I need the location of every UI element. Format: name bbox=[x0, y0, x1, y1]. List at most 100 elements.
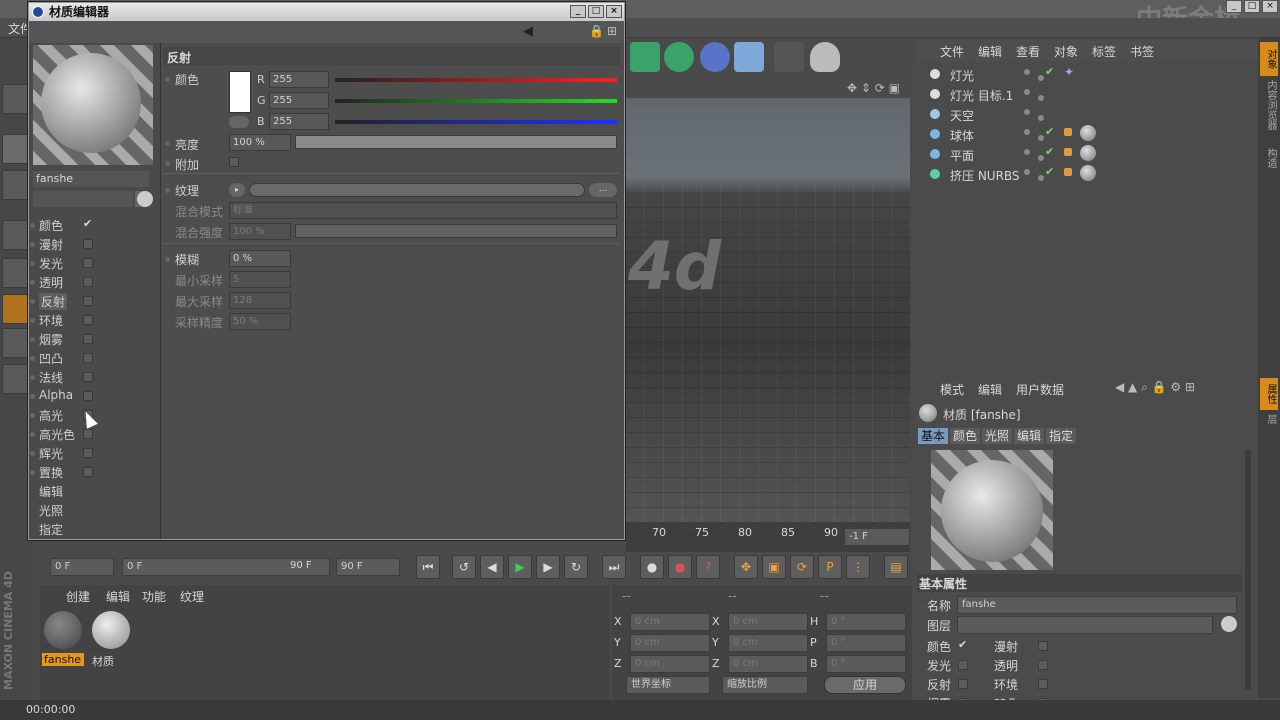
side-tab-layer[interactable]: 层 bbox=[1260, 414, 1278, 438]
render-visibility-dot[interactable] bbox=[1038, 95, 1044, 101]
light-bulb-icon[interactable] bbox=[810, 42, 840, 72]
object-name[interactable]: 平面 bbox=[950, 147, 974, 164]
blend-mode-dropdown[interactable]: 标准 bbox=[229, 202, 617, 219]
channel-label[interactable]: 透明 bbox=[39, 274, 63, 291]
channel-label[interactable]: 颜色 bbox=[39, 217, 63, 234]
material-tag-icon[interactable] bbox=[1080, 165, 1096, 181]
attr-menu-edit[interactable]: 编辑 bbox=[978, 381, 1002, 398]
attr-tab[interactable]: 颜色 bbox=[950, 428, 981, 444]
move-keys-icon[interactable]: ✥ bbox=[734, 555, 758, 579]
editor-minimize-button[interactable]: _ bbox=[570, 5, 586, 18]
b-value-field[interactable]: 255 bbox=[269, 113, 329, 130]
enabled-check-icon[interactable]: ✔ bbox=[1045, 125, 1054, 138]
extra-channel-item[interactable]: 编辑 bbox=[39, 483, 63, 500]
timeline[interactable]: 70 75 80 85 90 -1 F bbox=[626, 522, 910, 552]
coord-value-field[interactable]: 0 cm bbox=[728, 655, 808, 673]
g-value-field[interactable]: 255 bbox=[269, 92, 329, 109]
r-value-field[interactable]: 255 bbox=[269, 71, 329, 88]
object-name[interactable]: 天空 bbox=[950, 107, 974, 124]
end-frame-field[interactable]: 90 F bbox=[336, 558, 400, 576]
attr-menu-userdata[interactable]: 用户数据 bbox=[1016, 381, 1064, 398]
texture-tag-icon[interactable] bbox=[1064, 168, 1072, 176]
attr-prop-checkbox[interactable] bbox=[958, 660, 968, 670]
cube-primitive-icon[interactable] bbox=[630, 42, 660, 72]
material-item-fanshe[interactable]: fanshe bbox=[42, 609, 84, 669]
attr-name-field[interactable]: fanshe bbox=[957, 596, 1237, 614]
goto-start-icon[interactable]: ⏮ bbox=[416, 555, 440, 579]
additive-checkbox[interactable] bbox=[229, 157, 239, 167]
editor-visibility-dot[interactable] bbox=[1024, 109, 1030, 115]
channel-label[interactable]: 置换 bbox=[39, 464, 63, 481]
objmgr-menu-object[interactable]: 对象 bbox=[1054, 43, 1078, 60]
channel-checkbox[interactable] bbox=[83, 372, 93, 382]
channel-checkbox[interactable] bbox=[83, 258, 93, 268]
blur-field[interactable]: 0 % bbox=[229, 250, 291, 267]
editor-visibility-dot[interactable] bbox=[1024, 129, 1030, 135]
attr-prop-checkbox[interactable] bbox=[1038, 679, 1048, 689]
next-frame-icon[interactable]: ▶ bbox=[536, 555, 560, 579]
coord-value-field[interactable]: 0 ° bbox=[826, 613, 906, 631]
help-icon[interactable]: ? bbox=[696, 555, 720, 579]
editor-visibility-dot[interactable] bbox=[1024, 69, 1030, 75]
object-name[interactable]: 灯光 目标.1 bbox=[950, 87, 1013, 104]
render-visibility-dot[interactable] bbox=[1038, 135, 1044, 141]
channel-label[interactable]: 发光 bbox=[39, 255, 63, 272]
color-swatch[interactable] bbox=[229, 71, 251, 113]
tool-magnet-icon[interactable] bbox=[2, 364, 30, 394]
pick-icon[interactable] bbox=[1221, 616, 1237, 632]
coord-value-field[interactable]: 0 cm bbox=[630, 613, 710, 631]
attr-tab[interactable]: 光照 bbox=[982, 428, 1013, 444]
attr-prop-checkbox[interactable] bbox=[1038, 660, 1048, 670]
attr-scrollbar[interactable] bbox=[1245, 450, 1251, 690]
tool-checker-icon[interactable] bbox=[2, 170, 30, 200]
min-samples-field[interactable]: 5 bbox=[229, 271, 291, 288]
enabled-check-icon[interactable]: ✔ bbox=[1045, 165, 1054, 178]
object-name[interactable]: 球体 bbox=[950, 127, 974, 144]
channel-checkbox[interactable] bbox=[83, 429, 93, 439]
channel-label[interactable]: Alpha bbox=[39, 388, 73, 402]
objmgr-menu-bookmark[interactable]: 书签 bbox=[1130, 43, 1154, 60]
material-preview[interactable] bbox=[33, 45, 153, 165]
goto-end-icon[interactable]: ⏭ bbox=[602, 555, 626, 579]
object-row[interactable]: 平面 ✔ bbox=[918, 144, 1254, 164]
side-tab-structure[interactable]: 构造 bbox=[1260, 148, 1278, 178]
viewport-nav-icons[interactable]: ✥ ⇕ ⟳ ▣ bbox=[847, 81, 900, 95]
r-slider[interactable] bbox=[335, 78, 617, 82]
side-tab-object[interactable]: 对象 bbox=[1260, 42, 1278, 76]
blend-strength-slider[interactable] bbox=[295, 224, 617, 238]
camera-icon[interactable] bbox=[774, 42, 804, 72]
flower-icon[interactable] bbox=[664, 42, 694, 72]
object-row[interactable]: 球体 ✔ bbox=[918, 124, 1254, 144]
texture-tag-icon[interactable] bbox=[1064, 128, 1072, 136]
attr-tab[interactable]: 指定 bbox=[1046, 428, 1077, 444]
tool-move-icon[interactable] bbox=[2, 84, 30, 114]
material-path-field[interactable] bbox=[33, 191, 133, 207]
side-tab-attributes[interactable]: 属性 bbox=[1260, 378, 1278, 410]
g-slider[interactable] bbox=[335, 99, 617, 103]
object-name[interactable]: 挤压 NURBS bbox=[950, 167, 1020, 184]
channel-label[interactable]: 反射 bbox=[39, 293, 68, 310]
matmgr-menu-texture[interactable]: 纹理 bbox=[180, 588, 204, 605]
target-tag-icon[interactable]: ✦ bbox=[1064, 65, 1074, 79]
channel-checkbox[interactable] bbox=[83, 239, 93, 249]
channel-checkbox[interactable] bbox=[83, 296, 93, 306]
channel-label[interactable]: 环境 bbox=[39, 312, 63, 329]
attr-layer-field[interactable] bbox=[957, 616, 1213, 634]
coord-value-field[interactable]: 0 cm bbox=[630, 634, 710, 652]
coord-value-field[interactable]: 0 ° bbox=[826, 655, 906, 673]
attr-tab[interactable]: 基本 bbox=[918, 428, 949, 444]
channel-checkbox[interactable] bbox=[83, 467, 93, 477]
tool-cube-icon[interactable] bbox=[2, 134, 30, 164]
objmgr-menu-tag[interactable]: 标签 bbox=[1092, 43, 1116, 60]
coord-value-field[interactable]: 0 cm bbox=[728, 634, 808, 652]
grid-keys-icon[interactable]: ⋮ bbox=[846, 555, 870, 579]
editor-maximize-button[interactable]: □ bbox=[588, 5, 604, 18]
param-keys-icon[interactable]: P bbox=[818, 555, 842, 579]
blend-strength-field[interactable]: 100 % bbox=[229, 223, 291, 240]
deformer-icon[interactable] bbox=[700, 42, 730, 72]
lock-icon[interactable]: 🔒 bbox=[589, 24, 604, 38]
tool-edge-icon[interactable] bbox=[2, 294, 30, 324]
tool-axis-icon[interactable] bbox=[2, 328, 30, 358]
editor-close-button[interactable]: × bbox=[606, 5, 622, 18]
color-picker-toggle[interactable] bbox=[229, 116, 249, 128]
